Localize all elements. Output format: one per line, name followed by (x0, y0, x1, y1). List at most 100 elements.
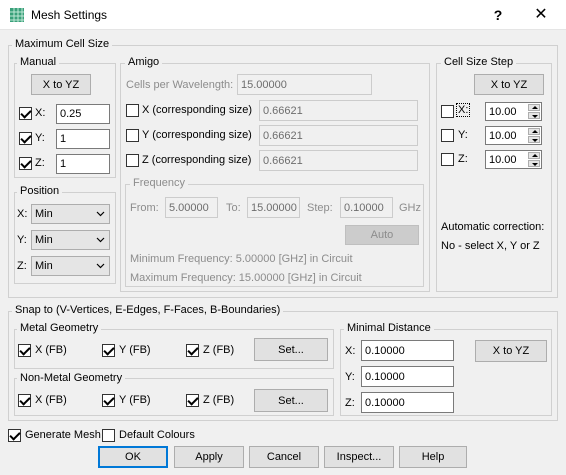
cell-step-y-label: Y: (458, 129, 468, 141)
position-z-select[interactable]: Min (31, 256, 110, 276)
amigo-y-size-input[interactable]: 0.66621 (259, 125, 418, 146)
frequency-from-label: From: (130, 202, 159, 214)
position-title: Position (17, 185, 63, 197)
spin-buttons (528, 104, 540, 119)
automatic-correction-label: Automatic correction: (441, 221, 545, 233)
min-distance-x-to-yz-button[interactable]: X to YZ (475, 340, 547, 362)
amigo-x-size-input[interactable]: 0.66621 (259, 100, 418, 121)
frequency-unit: GHz (399, 202, 421, 214)
cell-step-z-spinner[interactable]: 10.00 (485, 150, 542, 169)
generate-mesh-label: Generate Mesh (25, 429, 101, 441)
apply-button[interactable]: Apply (174, 446, 244, 468)
frequency-auto-button[interactable]: Auto (345, 225, 419, 245)
spin-up-icon[interactable] (528, 152, 540, 159)
title-bar: Mesh Settings ? ✕ (0, 0, 566, 30)
amigo-x-label: X (corresponding size) (142, 104, 253, 116)
help-button[interactable]: Help (399, 446, 467, 468)
spin-down-icon[interactable] (528, 136, 540, 143)
nonmetal-y-label: Y (FB) (119, 394, 151, 406)
spin-buttons (528, 152, 540, 167)
position-z-label: Z: (17, 260, 27, 272)
position-y-label: Y: (17, 234, 27, 246)
cell-step-x-checkbox[interactable] (441, 105, 454, 118)
nonmetal-z-label: Z (FB) (203, 394, 235, 406)
close-icon[interactable]: ✕ (530, 4, 552, 26)
frequency-to-input[interactable]: 15.00000 (247, 197, 300, 218)
frequency-from-input[interactable]: 5.00000 (165, 197, 218, 218)
amigo-z-label: Z (corresponding size) (142, 154, 252, 166)
manual-z-checkbox[interactable] (19, 157, 32, 170)
position-y-value: Min (35, 234, 53, 246)
metal-x-checkbox[interactable] (18, 344, 31, 357)
minimal-distance-title: Minimal Distance (344, 322, 434, 334)
manual-x-checkbox[interactable] (19, 107, 32, 120)
min-distance-z-input[interactable]: 0.10000 (361, 392, 454, 413)
manual-x-to-yz-button[interactable]: X to YZ (31, 74, 91, 95)
default-colours-checkbox[interactable] (102, 429, 115, 442)
cell-step-x-to-yz-button[interactable]: X to YZ (474, 74, 544, 95)
nonmetal-x-label: X (FB) (35, 394, 67, 406)
frequency-step-input[interactable]: 0.10000 (340, 197, 393, 218)
inspect-button[interactable]: Inspect... (324, 446, 394, 468)
manual-x-input[interactable]: 0.25 (56, 104, 110, 124)
position-x-select[interactable]: Min (31, 204, 110, 224)
cell-size-step-group (436, 63, 552, 292)
manual-title: Manual (17, 56, 60, 68)
chevron-down-icon (96, 263, 105, 269)
metal-x-label: X (FB) (35, 344, 67, 356)
metal-y-label: Y (FB) (119, 344, 151, 356)
amigo-y-checkbox[interactable] (126, 129, 139, 142)
position-y-select[interactable]: Min (31, 230, 110, 250)
cell-step-x-spinner[interactable]: 10.00 (485, 102, 542, 121)
frequency-to-label: To: (226, 202, 241, 214)
manual-y-input[interactable]: 1 (56, 129, 110, 149)
nonmetal-set-button[interactable]: Set... (254, 389, 328, 412)
manual-x-label: X: (35, 107, 46, 119)
cell-step-y-checkbox[interactable] (441, 129, 454, 142)
cell-step-z-checkbox[interactable] (441, 153, 454, 166)
chevron-down-icon (96, 237, 105, 243)
amigo-z-checkbox[interactable] (126, 154, 139, 167)
min-distance-y-input[interactable]: 0.10000 (361, 366, 454, 387)
cell-step-z-label: Z: (458, 153, 468, 165)
spin-up-icon[interactable] (528, 104, 540, 111)
nonmetal-z-checkbox[interactable] (186, 394, 199, 407)
manual-z-label: Z: (35, 157, 45, 169)
min-distance-x-input[interactable]: 0.10000 (361, 340, 454, 361)
metal-geometry-title: Metal Geometry (17, 322, 102, 334)
spin-buttons (528, 128, 540, 143)
ok-button[interactable]: OK (98, 446, 168, 468)
snap-title: Snap to (V-Vertices, E-Edges, F-Faces, B… (12, 304, 284, 316)
amigo-title: Amigo (125, 56, 163, 68)
manual-y-checkbox[interactable] (19, 132, 32, 145)
minimum-frequency-text: Minimum Frequency: 5.00000 [GHz] in Circ… (130, 253, 353, 265)
manual-z-input[interactable]: 1 (56, 154, 110, 174)
nonmetal-x-checkbox[interactable] (18, 394, 31, 407)
metal-y-checkbox[interactable] (102, 344, 115, 357)
help-icon[interactable]: ? (487, 4, 509, 26)
spin-up-icon[interactable] (528, 128, 540, 135)
maximum-frequency-text: Maximum Frequency: 15.00000 [GHz] in Cir… (130, 272, 362, 284)
spin-down-icon[interactable] (528, 160, 540, 167)
mesh-app-icon (10, 8, 24, 22)
generate-mesh-checkbox[interactable] (8, 429, 21, 442)
position-x-value: Min (35, 208, 53, 220)
chevron-down-icon (96, 211, 105, 217)
cell-step-z-value: 10.00 (489, 153, 517, 166)
maximum-cell-size-title: Maximum Cell Size (12, 38, 113, 50)
position-x-label: X: (17, 208, 28, 220)
cell-step-y-spinner[interactable]: 10.00 (485, 126, 542, 145)
metal-set-button[interactable]: Set... (254, 338, 328, 361)
spin-down-icon[interactable] (528, 112, 540, 119)
amigo-x-checkbox[interactable] (126, 104, 139, 117)
cell-size-step-title: Cell Size Step (441, 56, 517, 68)
cells-per-wavelength-input[interactable]: 15.00000 (237, 74, 372, 95)
default-colours-label: Default Colours (119, 429, 195, 441)
cell-step-x-label: X: (456, 103, 471, 117)
cancel-button[interactable]: Cancel (249, 446, 319, 468)
nonmetal-geometry-title: Non-Metal Geometry (17, 372, 126, 384)
nonmetal-y-checkbox[interactable] (102, 394, 115, 407)
metal-z-checkbox[interactable] (186, 344, 199, 357)
amigo-z-size-input[interactable]: 0.66621 (259, 150, 418, 171)
window-title: Mesh Settings (31, 8, 108, 22)
